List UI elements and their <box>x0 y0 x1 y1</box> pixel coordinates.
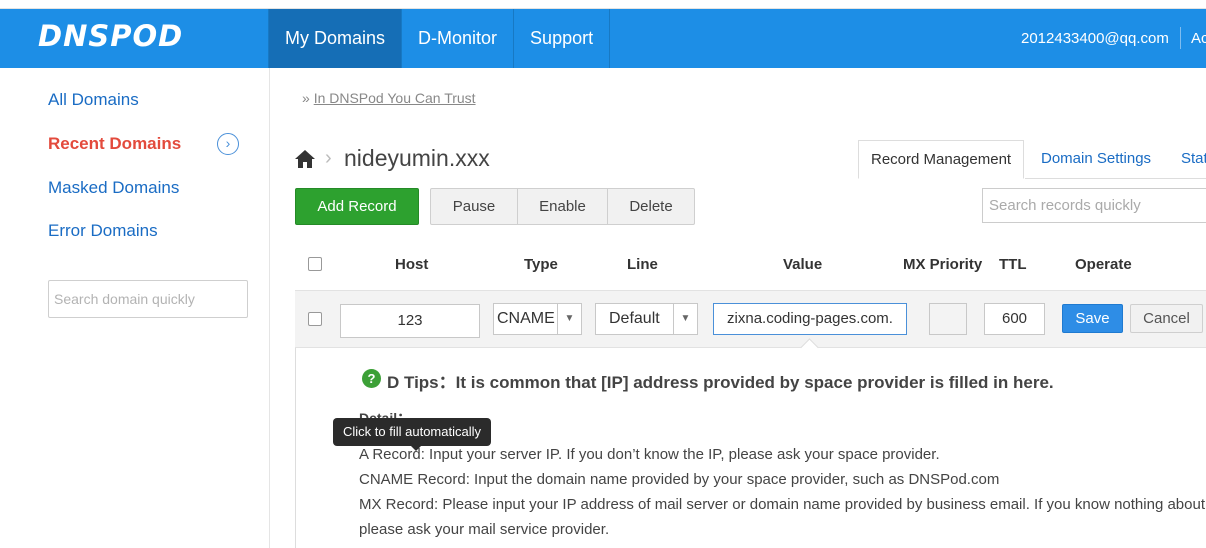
mx-priority-input[interactable] <box>929 303 967 335</box>
sidebar: All Domains Recent Domains › Masked Doma… <box>0 68 270 548</box>
cancel-button[interactable]: Cancel <box>1130 304 1203 333</box>
host-input[interactable]: 123 <box>340 304 480 338</box>
autofill-tooltip: Click to fill automatically <box>333 418 491 446</box>
col-value: Value <box>783 256 823 273</box>
nav-support[interactable]: Support <box>514 9 611 68</box>
type-select[interactable]: CNAME ▼ <box>493 303 582 335</box>
sidebar-item-error-domains[interactable]: Error Domains <box>48 221 158 241</box>
tips-cname-record: CNAME Record: Input the domain name prov… <box>359 471 1000 488</box>
question-icon: ? <box>362 369 381 388</box>
col-line: Line <box>627 256 658 273</box>
nav-my-domains[interactable]: My Domains <box>269 9 403 68</box>
line-select-value: Default <box>609 310 660 327</box>
tips-title: D Tips：It is common that [IP] address pr… <box>387 373 1054 392</box>
dropdown-arrow-icon: ▼ <box>673 304 697 334</box>
tab-divider <box>1025 178 1206 179</box>
breadcrumb-prefix: » <box>302 90 310 106</box>
sidebar-item-masked-domains[interactable]: Masked Domains <box>48 178 179 198</box>
line-select[interactable]: Default ▼ <box>595 303 698 335</box>
select-all-checkbox[interactable] <box>308 257 322 271</box>
circle-arrow-icon[interactable]: › <box>217 133 239 155</box>
tab-domain-settings[interactable]: Domain Settings <box>1029 140 1163 179</box>
record-action-group: Pause Enable Delete <box>430 188 695 225</box>
tips-a-record: A Record: Input your server IP. If you d… <box>359 446 940 463</box>
row-checkbox[interactable] <box>308 312 322 326</box>
col-ttl: TTL <box>999 256 1027 273</box>
top-header: DNSPOD My Domains D-Monitor Support 2012… <box>0 9 1206 68</box>
tips-mx-record: MX Record: Please input your IP address … <box>359 496 1205 513</box>
col-host: Host <box>395 256 429 273</box>
sidebar-item-recent-domains[interactable]: Recent Domains <box>48 134 181 154</box>
account-link[interactable]: Ac <box>1191 9 1206 68</box>
ttl-input[interactable]: 600 <box>984 303 1045 335</box>
header-divider <box>1180 27 1181 49</box>
nav-d-monitor[interactable]: D-Monitor <box>402 9 515 68</box>
dropdown-arrow-icon: ▼ <box>557 304 581 334</box>
tooltip-arrow <box>410 445 422 451</box>
save-button[interactable]: Save <box>1062 304 1123 333</box>
user-email[interactable]: 2012433400@qq.com <box>1021 9 1169 68</box>
chevron-right-icon: › <box>325 147 332 169</box>
value-input[interactable]: zixna.coding-pages.com. <box>713 303 907 335</box>
record-search-input[interactable] <box>982 188 1206 223</box>
enable-button[interactable]: Enable <box>518 189 608 224</box>
tips-mx-record-continued: please ask your mail service provider. <box>359 521 610 538</box>
domain-name-title: nideyumin.xxx <box>344 145 490 171</box>
domain-search-input[interactable] <box>48 280 248 318</box>
delete-button[interactable]: Delete <box>608 189 694 224</box>
dnspod-logo[interactable]: DNSPOD <box>38 19 183 53</box>
tab-stat[interactable]: Stat <box>1169 140 1206 179</box>
main-nav: My Domains D-Monitor Support <box>268 9 611 68</box>
col-operate: Operate <box>1075 256 1132 273</box>
tab-record-management[interactable]: Record Management <box>858 140 1025 179</box>
col-type: Type <box>524 256 558 273</box>
breadcrumb-link[interactable]: In DNSPod You Can Trust <box>314 90 476 106</box>
pause-button[interactable]: Pause <box>431 189 518 224</box>
breadcrumb: » In DNSPod You Can Trust <box>302 90 476 106</box>
col-mx-priority: MX Priority <box>903 256 983 273</box>
type-select-value: CNAME <box>497 310 555 327</box>
browser-top-strip <box>0 0 1206 9</box>
sidebar-item-all-domains[interactable]: All Domains <box>48 90 139 110</box>
add-record-button[interactable]: Add Record <box>295 188 419 225</box>
home-icon[interactable] <box>294 148 316 170</box>
